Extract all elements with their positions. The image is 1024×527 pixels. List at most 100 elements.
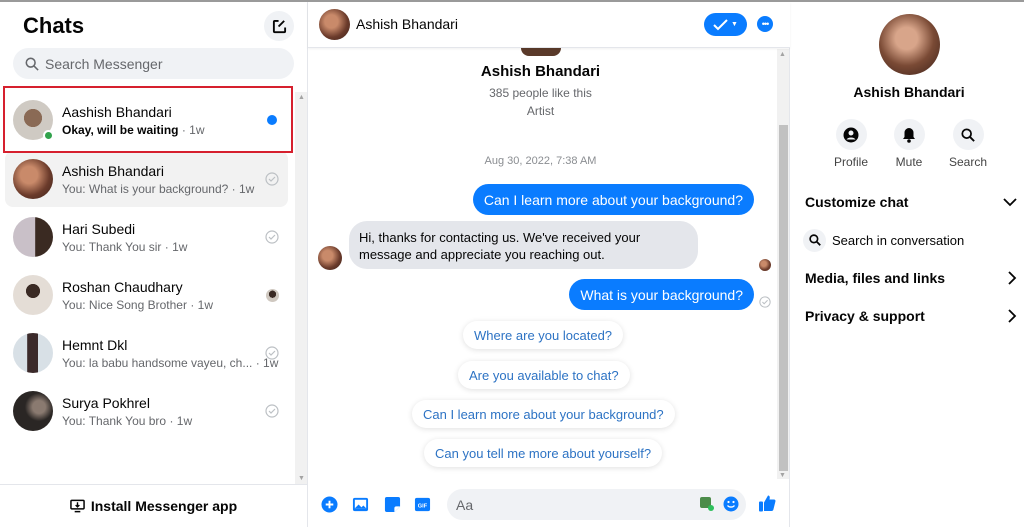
chat-item[interactable]: Ashish Bhandari You: What is your backgr… [5,151,288,207]
avatar [13,217,53,257]
suggested-question[interactable]: Can I learn more about your background? [412,400,675,428]
install-messenger-button[interactable]: Install Messenger app [0,484,307,527]
scrollbar-thumb[interactable] [779,125,788,471]
chat-preview: You: What is your background? [62,181,229,196]
chats-title: Chats [23,13,85,38]
header-name[interactable]: Ashish Bhandari [356,16,458,32]
suggested-question[interactable]: Where are you located? [463,321,624,349]
chevron-down-icon [1003,197,1017,206]
dropdown-caret-icon: ▼ [731,21,738,28]
sent-check-icon [265,172,279,186]
search-label: Search [948,155,988,169]
sent-check-icon [265,346,279,360]
profile-avatar-partial [521,48,561,56]
message-placeholder: Aa [456,496,474,513]
customize-chat-section[interactable]: Customize chat [805,192,1017,212]
chat-preview: You: Thank You bro [62,413,167,428]
outgoing-message[interactable]: Can I learn more about your background? [472,184,754,215]
svg-text:GIF: GIF [418,503,428,509]
chevron-right-icon [1008,309,1017,323]
customize-chat-label: Customize chat [805,194,909,210]
conversation-details: Ashish Bhandari Profile Mute Search Cust… [791,2,1024,527]
check-icon [713,18,728,30]
chat-time: · 1w [164,239,188,254]
profile-name: Ashish Bhandari [480,63,601,80]
seen-avatar-icon [759,259,771,271]
search-action[interactable]: Search [943,119,993,169]
scroll-down-icon[interactable]: ▼ [298,475,305,482]
install-label: Install Messenger app [90,498,238,514]
chat-preview: You: Nice Song Brother [62,297,187,312]
conversation-header: Ashish Bhandari ▼ ••• [308,2,790,48]
chat-time: · 1w [231,181,255,196]
message-composer: GIF Aa [308,480,778,527]
seen-avatar-icon [265,288,279,302]
search-icon [25,57,39,71]
media-files-links-label: Media, files and links [805,270,946,286]
photo-icon[interactable] [352,496,369,513]
chat-time: · 1w [169,413,193,428]
new-message-button[interactable] [264,11,294,41]
more-icon: ••• [761,19,770,29]
bell-icon [903,127,915,143]
header-avatar[interactable] [319,9,350,40]
avatar [13,333,53,373]
chat-item[interactable]: Surya Pokhrel You: Thank You bro · 1w [5,383,288,439]
chat-item[interactable]: Hari Subedi You: Thank You sir · 1w [5,209,288,265]
more-options-button[interactable]: ••• [757,16,773,32]
chat-list-scrollbar[interactable]: ▲ ▼ [295,92,307,484]
chat-item[interactable]: Roshan Chaudhary You: Nice Song Brother … [5,267,288,323]
scroll-up-icon[interactable]: ▲ [298,94,305,101]
sender-avatar [318,246,342,270]
message-input[interactable]: Aa [447,489,746,520]
privacy-support-section[interactable]: Privacy & support [805,306,1017,326]
outgoing-message[interactable]: What is your background? [569,279,754,310]
details-avatar[interactable] [879,14,940,75]
chat-name: Hemnt Dkl [62,336,128,353]
like-thumb-icon[interactable] [758,494,776,513]
avatar [13,275,53,315]
chats-sidebar: Chats Search Messenger Aashish Bhandari … [0,2,308,527]
suggested-question[interactable]: Can you tell me more about yourself? [424,439,663,467]
search-messenger-input[interactable]: Search Messenger [13,48,294,79]
scroll-up-icon[interactable]: ▲ [779,51,786,58]
gif-icon[interactable]: GIF [414,496,431,513]
media-files-links-section[interactable]: Media, files and links [805,268,1017,288]
avatar [13,159,53,199]
scroll-down-icon[interactable]: ▼ [779,472,786,479]
compose-icon [272,19,286,33]
profile-icon [843,127,859,142]
search-icon [808,234,821,246]
profile-category: Artist [526,104,555,118]
mute-label: Mute [895,155,923,169]
add-plus-icon[interactable] [321,496,338,513]
conversation-panel: Ashish Bhandari ▼ ••• Ashish Bhandari 38… [308,2,790,527]
emoji-icon[interactable] [723,496,739,512]
chat-name: Hari Subedi [62,220,136,237]
sent-check-icon [265,230,279,244]
profile-action[interactable]: Profile [826,119,876,169]
chat-time: · 1w [190,297,213,312]
search-icon [961,127,975,142]
conversation-scrollbar[interactable]: ▲ ▼ [777,49,789,479]
chat-preview: You: Thank You sir [62,239,162,254]
sent-check-icon [265,404,279,418]
chat-name: Surya Pokhrel [62,394,150,411]
chat-item[interactable]: Hemnt Dkl You: la babu handsome vayeu, c… [5,325,288,381]
mark-done-button[interactable]: ▼ [704,13,747,36]
suggested-question[interactable]: Are you available to chat? [458,361,630,389]
sent-check-icon [759,296,771,308]
avatar-sticker-icon[interactable] [700,497,714,511]
search-in-conversation-item[interactable]: Search in conversation [803,228,1017,252]
incoming-message[interactable]: Hi, thanks for contacting us. We've rece… [349,221,698,269]
privacy-support-label: Privacy & support [805,308,925,324]
profile-likes: 385 people like this [489,86,592,100]
message-timestamp: Aug 30, 2022, 7:38 AM [484,155,597,167]
sticker-icon[interactable] [384,496,401,513]
chat-name: Ashish Bhandari [62,162,164,179]
highlight-box [3,86,293,153]
chevron-right-icon [1008,271,1017,285]
mute-action[interactable]: Mute [884,119,934,169]
search-placeholder: Search Messenger [45,55,163,72]
search-in-conversation-label: Search in conversation [832,232,965,248]
